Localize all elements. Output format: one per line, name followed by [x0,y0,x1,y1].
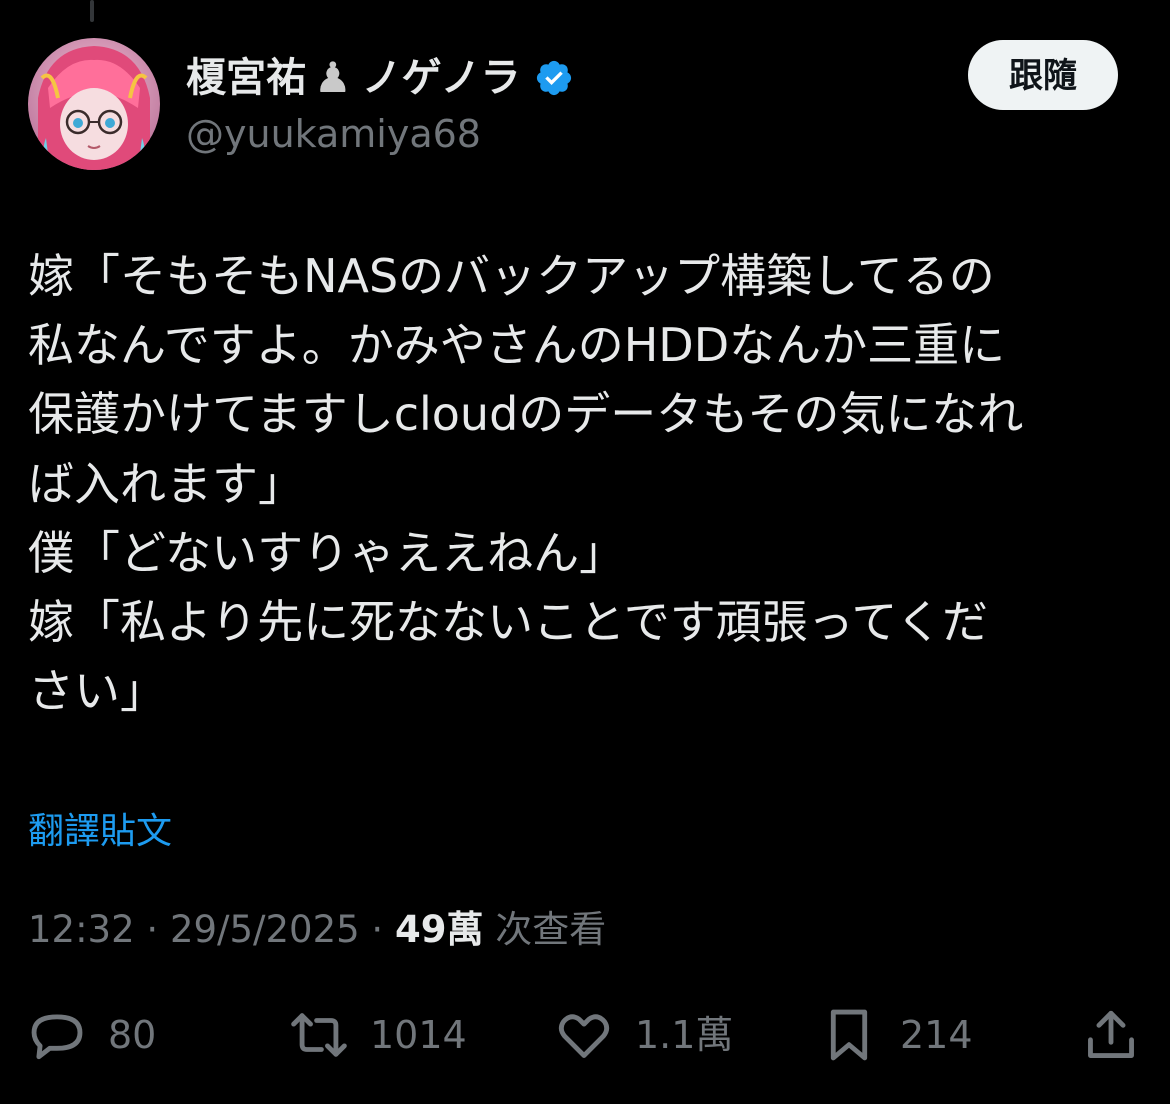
author-name-row[interactable]: 榎宮祐 ♟ ノゲノラ [186,50,574,106]
repost-button[interactable]: 1014 [290,1000,467,1070]
bookmark-icon [830,1009,868,1061]
reply-icon [31,1014,83,1060]
thread-connector [90,0,94,22]
bookmark-button[interactable]: 214 [820,1000,973,1070]
share-button[interactable] [1082,1000,1140,1070]
repost-count: 1014 [370,1013,467,1057]
meta-separator: · [371,908,384,951]
tweet-date[interactable]: 29/5/2025 [170,908,360,951]
action-bar: 80 1014 1.1萬 214 [0,1000,1170,1070]
tweet-time[interactable]: 12:32 [28,908,135,951]
meta-separator: · [146,908,159,951]
bookmark-count: 214 [900,1013,973,1057]
share-icon [1088,1010,1134,1058]
avatar-image [28,38,160,170]
tweet-meta: 12:32 · 29/5/2025 · 49萬 次查看 [28,904,606,956]
repost-icon [291,1013,347,1057]
avatar[interactable] [28,38,160,170]
translate-post-link[interactable]: 翻譯貼文 [28,806,172,858]
author-display-name-suffix[interactable]: ノゲノラ [362,50,521,106]
like-button[interactable]: 1.1萬 [555,1000,733,1070]
author-handle[interactable]: @yuukamiya68 [186,110,481,158]
views-label: 次查看 [495,908,607,951]
reply-count: 80 [108,1013,157,1057]
chess-pawn-icon: ♟ [314,53,352,102]
heart-icon [558,1014,610,1058]
like-count: 1.1萬 [635,1013,734,1057]
views-count[interactable]: 49萬 [395,908,484,951]
tweet-text: 嫁「そもそもNASのバックアップ構築してるの 私なんですよ。かみやさんのHDDな… [28,249,1024,719]
reply-button[interactable]: 80 [28,1000,156,1070]
verified-badge-icon[interactable] [534,58,574,98]
author-display-name[interactable]: 榎宮祐 [186,50,306,106]
follow-button[interactable]: 跟隨 [968,40,1118,110]
